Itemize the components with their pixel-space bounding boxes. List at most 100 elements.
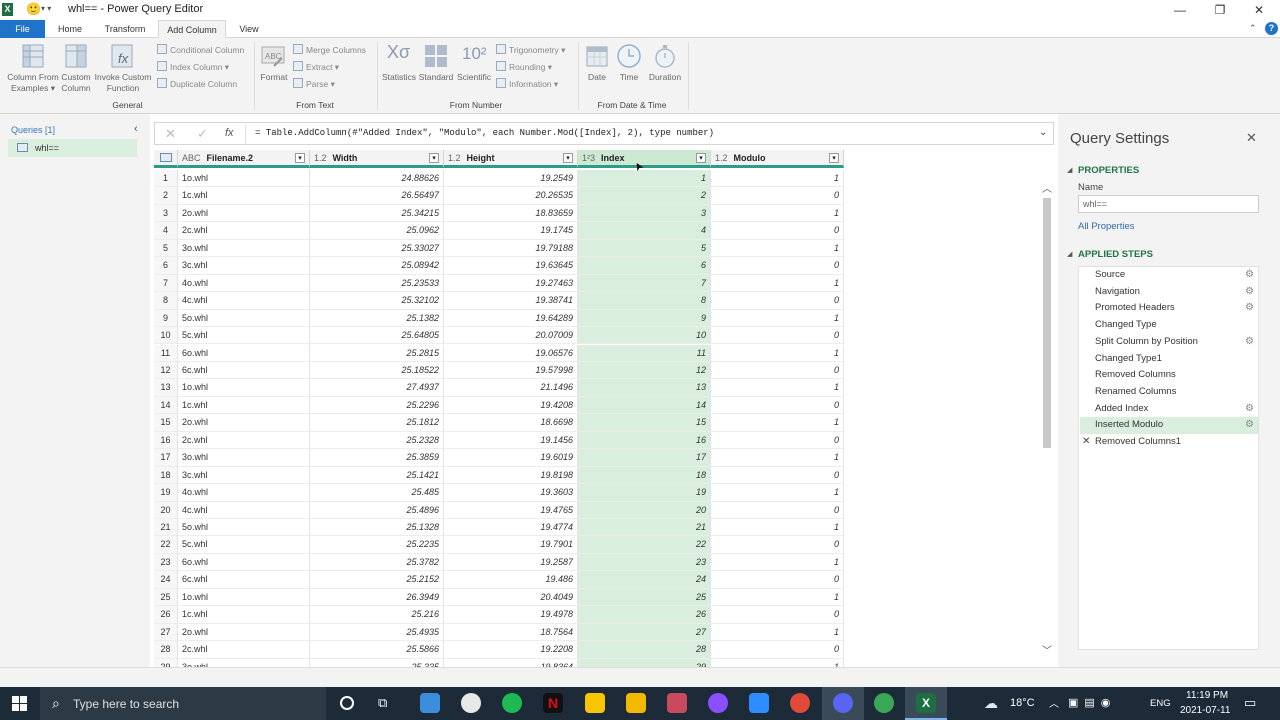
cell-width[interactable]: 25.485 xyxy=(310,484,444,502)
cell-width[interactable]: 25.2152 xyxy=(310,571,444,589)
quick-access-emoji-icon[interactable]: 🙂 xyxy=(26,2,41,16)
cell-height[interactable]: 19.79188 xyxy=(444,239,578,258)
collapse-ribbon-icon[interactable]: ⌃ xyxy=(1249,23,1257,34)
cell-width[interactable]: 25.4935 xyxy=(310,623,444,642)
information-button[interactable]: Information ▾ xyxy=(496,77,558,91)
cell-height[interactable]: 19.06576 xyxy=(444,344,578,362)
cell-filename-2[interactable]: 5o.whl xyxy=(178,519,310,537)
cell-width[interactable]: 25.335 xyxy=(310,658,444,667)
column-type-icon[interactable]: 1.2 xyxy=(314,153,327,163)
row-number[interactable]: 19 xyxy=(154,484,178,502)
clock-time[interactable]: 11:19 PM xyxy=(1186,690,1228,701)
fx-icon[interactable]: fx xyxy=(225,127,234,139)
cell-width[interactable]: 25.0962 xyxy=(310,222,444,240)
cell-height[interactable]: 19.64289 xyxy=(444,309,578,328)
tab-add-column[interactable]: Add Column xyxy=(158,20,226,39)
spotify-icon[interactable] xyxy=(502,693,522,713)
row-number[interactable]: 25 xyxy=(154,588,178,607)
cell-filename-2[interactable]: 4c.whl xyxy=(178,501,310,519)
query-name-input[interactable] xyxy=(1078,195,1259,213)
cell-filename-2[interactable]: 2c.whl xyxy=(178,222,310,240)
cell-index[interactable]: 8 xyxy=(578,292,711,310)
step-settings-gear-icon[interactable]: ⚙ xyxy=(1245,334,1254,351)
row-number[interactable]: 9 xyxy=(154,309,178,328)
cell-modulo[interactable]: 0 xyxy=(711,641,844,659)
cell-modulo[interactable]: 0 xyxy=(711,361,844,380)
cell-width[interactable]: 26.3949 xyxy=(310,588,444,607)
row-number[interactable]: 20 xyxy=(154,501,178,519)
cell-width[interactable]: 25.2235 xyxy=(310,536,444,554)
trigonometry-button[interactable]: Trigonometry ▾ xyxy=(496,43,565,57)
cell-height[interactable]: 18.7564 xyxy=(444,623,578,642)
cell-height[interactable]: 19.2549 xyxy=(444,170,578,188)
cell-height[interactable]: 19.2208 xyxy=(444,641,578,659)
cell-index[interactable]: 19 xyxy=(578,484,711,502)
cell-height[interactable]: 19.8364 xyxy=(444,658,578,667)
table-corner-menu[interactable] xyxy=(154,150,178,168)
cell-index[interactable]: 14 xyxy=(578,396,711,415)
cell-filename-2[interactable]: 1c.whl xyxy=(178,396,310,415)
cell-width[interactable]: 25.4896 xyxy=(310,501,444,519)
applied-step-item[interactable]: ✕ Removed Columns1 xyxy=(1080,434,1258,451)
cell-modulo[interactable]: 1 xyxy=(711,414,844,432)
chrome-icon[interactable] xyxy=(790,693,810,713)
cell-modulo[interactable]: 0 xyxy=(711,466,844,485)
column-type-icon[interactable]: ABC xyxy=(182,153,201,163)
cell-filename-2[interactable]: 6o.whl xyxy=(178,553,310,572)
queries-header[interactable]: Queries [1] xyxy=(11,125,55,135)
cell-modulo[interactable]: 0 xyxy=(711,257,844,275)
notifications-icon[interactable]: ▭ xyxy=(1244,695,1256,711)
cell-filename-2[interactable]: 2o.whl xyxy=(178,414,310,432)
tab-transform[interactable]: Transform xyxy=(98,20,152,38)
column-header-filename-2[interactable]: ABC Filename.2 ▾ xyxy=(178,150,310,168)
cell-width[interactable]: 25.23533 xyxy=(310,274,444,293)
cell-width[interactable]: 25.1328 xyxy=(310,519,444,537)
weather-icon[interactable]: ☁ xyxy=(984,695,998,712)
cell-filename-2[interactable]: 2c.whl xyxy=(178,641,310,659)
row-number[interactable]: 8 xyxy=(154,292,178,310)
cell-height[interactable]: 19.63645 xyxy=(444,257,578,275)
delete-step-icon[interactable]: ✕ xyxy=(1082,434,1090,451)
column-filter-dropdown-icon[interactable]: ▾ xyxy=(696,153,706,163)
cell-filename-2[interactable]: 1o.whl xyxy=(178,170,310,188)
row-number[interactable]: 1 xyxy=(154,170,178,188)
step-settings-gear-icon[interactable]: ⚙ xyxy=(1245,284,1254,301)
cell-index[interactable]: 27 xyxy=(578,623,711,642)
tab-home[interactable]: Home xyxy=(50,20,90,38)
cell-modulo[interactable]: 1 xyxy=(711,553,844,572)
cell-modulo[interactable]: 0 xyxy=(711,571,844,589)
restore-button[interactable]: ❐ xyxy=(1212,2,1228,18)
rounding-button[interactable]: Rounding ▾ xyxy=(496,60,552,74)
cell-index[interactable]: 21 xyxy=(578,519,711,537)
taskbar-search-box[interactable]: ⌕ Type here to search xyxy=(40,687,326,720)
cell-index[interactable]: 2 xyxy=(578,187,711,205)
extract-button[interactable]: Extract ▾ xyxy=(293,60,339,74)
cell-filename-2[interactable]: 3o.whl xyxy=(178,239,310,258)
applied-step-item[interactable]: Promoted Headers ⚙ xyxy=(1080,300,1258,317)
applied-steps-collapse-icon[interactable]: ◢ xyxy=(1067,250,1072,258)
properties-collapse-icon[interactable]: ◢ xyxy=(1067,166,1072,174)
column-header-width[interactable]: 1.2 Width ▾ xyxy=(310,150,444,168)
applied-step-item[interactable]: Inserted Modulo ⚙ xyxy=(1080,417,1258,434)
cell-filename-2[interactable]: 1o.whl xyxy=(178,588,310,607)
cell-index[interactable]: 17 xyxy=(578,449,711,467)
cell-index[interactable]: 15 xyxy=(578,414,711,432)
excel-taskbar-slot[interactable]: X xyxy=(905,687,947,720)
cell-index[interactable]: 11 xyxy=(578,344,711,362)
quick-access-dropdown-icon[interactable]: ▾ ▾ xyxy=(41,4,51,13)
applied-step-item[interactable]: Removed Columns xyxy=(1080,367,1258,384)
cell-height[interactable]: 21.1496 xyxy=(444,379,578,397)
cell-height[interactable]: 19.4774 xyxy=(444,519,578,537)
column-header-height[interactable]: 1.2 Height ▾ xyxy=(444,150,578,168)
tray-chevron-icon[interactable]: ︿ xyxy=(1049,695,1059,710)
cell-height[interactable]: 20.26535 xyxy=(444,187,578,205)
index-column-button[interactable]: Index Column ▾ xyxy=(157,60,229,74)
file-explorer-icon[interactable] xyxy=(626,693,646,713)
column-type-icon[interactable]: 1.2 xyxy=(448,153,461,163)
cell-modulo[interactable]: 1 xyxy=(711,449,844,467)
cell-width[interactable]: 25.1421 xyxy=(310,466,444,485)
cell-index[interactable]: 16 xyxy=(578,431,711,450)
language-indicator[interactable]: ENG xyxy=(1150,698,1171,709)
cell-width[interactable]: 25.2328 xyxy=(310,431,444,450)
scroll-thumb[interactable] xyxy=(1043,198,1051,448)
